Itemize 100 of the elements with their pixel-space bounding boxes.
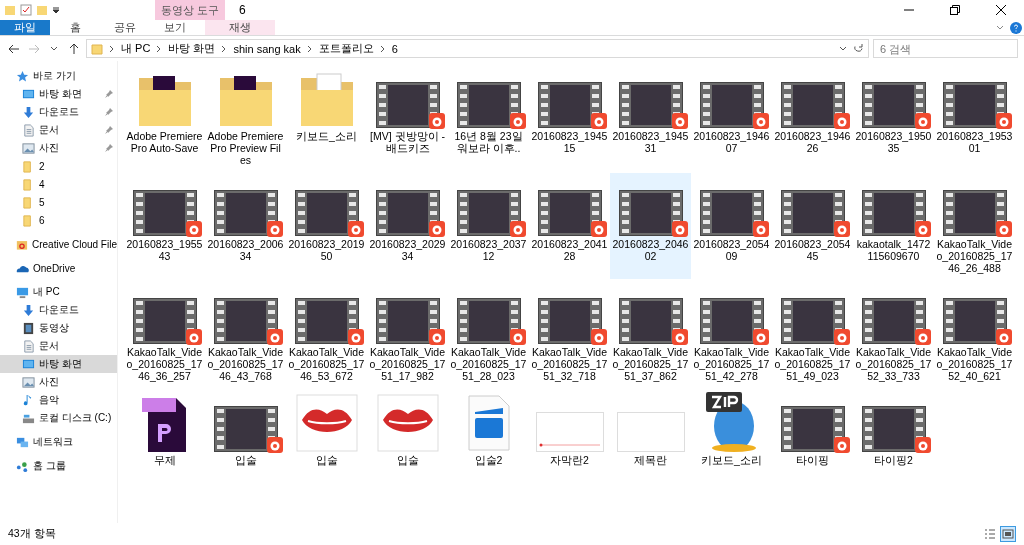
- video-thumbnail: [942, 82, 1007, 128]
- subtitle-image-icon: [535, 412, 604, 452]
- file-item[interactable]: 20160823_204602: [610, 173, 691, 279]
- file-item[interactable]: Adobe Premiere Pro Auto-Save: [124, 65, 205, 171]
- sidebar-item[interactable]: OneDrive: [0, 259, 117, 277]
- sidebar-item[interactable]: 다운로드: [0, 301, 117, 319]
- file-item[interactable]: 20160823_195543: [124, 173, 205, 279]
- file-item[interactable]: KakaoTalk_Video_20160825_1751_32_718: [529, 281, 610, 387]
- sidebar-item[interactable]: 네트워크: [0, 433, 117, 451]
- file-item[interactable]: 키보드_소리: [691, 389, 772, 471]
- breadcrumb[interactable]: 바탕 화면: [168, 41, 216, 56]
- file-item[interactable]: KakaoTalk_Video_20160825_1746_36_257: [124, 281, 205, 387]
- sidebar-item[interactable]: 6: [0, 211, 117, 229]
- breadcrumb[interactable]: 내 PC: [121, 41, 151, 56]
- search-field[interactable]: 6 검색: [873, 39, 1018, 58]
- file-item[interactable]: KakaoTalk_Video_20160825_1751_28_023: [448, 281, 529, 387]
- file-item[interactable]: 20160823_202934: [367, 173, 448, 279]
- file-item[interactable]: 키보드_소리: [286, 65, 367, 171]
- file-item[interactable]: kakaotalk_1472115609670: [853, 173, 934, 279]
- breadcrumb[interactable]: 포트폴리오: [318, 41, 374, 56]
- ribbon-tab[interactable]: 홈: [50, 20, 100, 35]
- file-item[interactable]: 무제: [124, 389, 205, 471]
- restore-icon: [950, 5, 960, 15]
- file-item[interactable]: 20160823_201950: [286, 173, 367, 279]
- ribbon-tab[interactable]: 파일: [0, 20, 50, 35]
- video-thumbnail: [132, 190, 197, 236]
- sidebar-item[interactable]: 홈 그룹: [0, 457, 117, 475]
- file-item[interactable]: 20160823_194626: [772, 65, 853, 171]
- file-item[interactable]: 입술2: [448, 389, 529, 471]
- sidebar-item[interactable]: 바탕 화면: [0, 355, 117, 373]
- sidebar-item[interactable]: 내 PC: [0, 283, 117, 301]
- file-item[interactable]: 20160823_195035: [853, 65, 934, 171]
- file-item[interactable]: KakaoTalk_Video_20160825_1752_40_621: [934, 281, 1015, 387]
- file-item[interactable]: KakaoTalk_Video_20160825_1746_26_488: [934, 173, 1015, 279]
- sidebar-item[interactable]: 2: [0, 157, 117, 175]
- ribbon-tab[interactable]: 보기: [150, 20, 200, 35]
- breadcrumb[interactable]: shin sang kak: [233, 42, 301, 55]
- file-item[interactable]: 입술: [205, 389, 286, 471]
- properties-icon[interactable]: [20, 4, 32, 16]
- sidebar-item[interactable]: 다운로드: [0, 103, 117, 121]
- video-thumbnail: [213, 406, 278, 452]
- picture-icon: [22, 375, 35, 389]
- file-item[interactable]: KakaoTalk_Video_20160825_1746_43_768: [205, 281, 286, 387]
- file-item[interactable]: 입술: [367, 389, 448, 471]
- sidebar-item[interactable]: 바로 가기: [0, 67, 117, 85]
- file-item[interactable]: 20160823_204128: [529, 173, 610, 279]
- file-item[interactable]: 20160823_194531: [610, 65, 691, 171]
- ribbon-tab[interactable]: 재생: [205, 20, 275, 35]
- video-thumbnail: [861, 406, 926, 452]
- dropdown-icon[interactable]: [52, 6, 60, 14]
- file-item[interactable]: KakaoTalk_Video_20160825_1751_37_862: [610, 281, 691, 387]
- file-item[interactable]: 20160823_205445: [772, 173, 853, 279]
- sidebar-item[interactable]: 5: [0, 193, 117, 211]
- file-item[interactable]: 타이핑: [772, 389, 853, 471]
- dropdown-icon[interactable]: [839, 45, 847, 52]
- large-icons-view-button[interactable]: [1000, 526, 1016, 542]
- file-item[interactable]: 20160823_194515: [529, 65, 610, 171]
- help-button[interactable]: [1008, 20, 1024, 36]
- file-item[interactable]: 16년 8월 23일 워보라 이후..: [448, 65, 529, 171]
- video-thumbnail: [780, 406, 845, 452]
- file-item[interactable]: 20160823_205409: [691, 173, 772, 279]
- sidebar-item[interactable]: 문서: [0, 121, 117, 139]
- address-bar[interactable]: 내 PC 바탕 화면 shin sang kak 포트폴리오 6: [86, 39, 869, 58]
- sidebar-item[interactable]: Creative Cloud File: [0, 235, 117, 253]
- file-item[interactable]: 20160823_200634: [205, 173, 286, 279]
- breadcrumb[interactable]: 6: [391, 42, 398, 55]
- file-item[interactable]: 자막란2: [529, 389, 610, 471]
- file-item[interactable]: 20160823_195301: [934, 65, 1015, 171]
- chevron-down-icon: [50, 45, 58, 52]
- file-item[interactable]: 입술: [286, 389, 367, 471]
- pin-icon: [105, 144, 113, 152]
- video-thumbnail: [294, 190, 359, 236]
- sidebar-item[interactable]: 사진: [0, 373, 117, 391]
- sidebar-item[interactable]: 로컬 디스크 (C:): [0, 409, 117, 427]
- file-item[interactable]: KakaoTalk_Video_20160825_1752_33_733: [853, 281, 934, 387]
- file-item[interactable]: 타이핑2: [853, 389, 934, 471]
- file-item[interactable]: KakaoTalk_Video_20160825_1751_49_023: [772, 281, 853, 387]
- file-item[interactable]: 20160823_203712: [448, 173, 529, 279]
- refresh-icon[interactable]: [853, 43, 864, 54]
- file-item[interactable]: KakaoTalk_Video_20160825_1746_53_672: [286, 281, 367, 387]
- video-thumbnail: [456, 190, 521, 236]
- sidebar-item[interactable]: 음악: [0, 391, 117, 409]
- ribbon-tab[interactable]: 공유: [100, 20, 150, 35]
- star-icon: [16, 69, 29, 83]
- file-item[interactable]: 제목란: [610, 389, 691, 471]
- sidebar-item[interactable]: 동영상: [0, 319, 117, 337]
- sidebar-item[interactable]: 사진: [0, 139, 117, 157]
- file-item[interactable]: KakaoTalk_Video_20160825_1751_42_278: [691, 281, 772, 387]
- video-thumbnail: [780, 298, 845, 344]
- sidebar-item[interactable]: 문서: [0, 337, 117, 355]
- sidebar-item[interactable]: 바탕 화면: [0, 85, 117, 103]
- file-item[interactable]: KakaoTalk_Video_20160825_1751_17_982: [367, 281, 448, 387]
- chevron-icon: [221, 44, 228, 53]
- file-item[interactable]: Adobe Premiere Pro Preview Files: [205, 65, 286, 171]
- file-item[interactable]: [MV] 귓방망이 - 배드키즈: [367, 65, 448, 171]
- network-icon: [16, 435, 29, 449]
- video-thumbnail: [132, 298, 197, 344]
- file-item[interactable]: 20160823_194607: [691, 65, 772, 171]
- people-icon: [16, 459, 29, 473]
- sidebar-item[interactable]: 4: [0, 175, 117, 193]
